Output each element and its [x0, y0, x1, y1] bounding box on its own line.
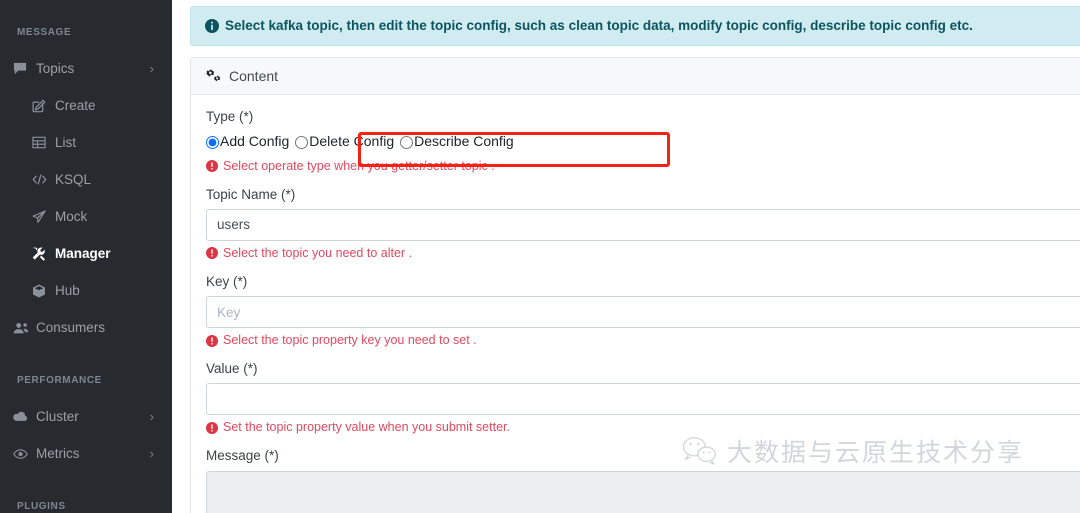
field-key: Key (*) Select the topic property key yo… — [206, 273, 1080, 348]
error-circle-icon — [206, 334, 218, 347]
sidebar-item-metrics[interactable]: Metrics › — [0, 435, 172, 472]
chevron-right-icon: › — [149, 409, 154, 424]
eye-icon — [13, 448, 32, 460]
topic-name-help-label: Select the topic you need to alter . — [223, 245, 413, 260]
key-label: Key (*) — [206, 273, 248, 289]
radio-describe-config-input[interactable] — [400, 135, 414, 149]
radio-describe-config[interactable]: Describe Config — [400, 133, 514, 150]
value-help-label: Set the topic property value when you su… — [223, 420, 510, 435]
sidebar-item-label: Cluster — [36, 409, 79, 424]
sidebar-item-label: Hub — [55, 283, 80, 298]
sidebar-item-ksql[interactable]: KSQL — [0, 161, 172, 198]
key-help-text: Select the topic property key you need t… — [206, 333, 1074, 348]
users-icon — [13, 322, 32, 334]
sidebar-item-cluster[interactable]: Cluster › — [0, 398, 172, 435]
sidebar: MESSAGE Topics › Create List KSQL Mock Manager H… — [0, 0, 172, 513]
error-circle-icon — [206, 160, 218, 173]
sidebar-item-label: Manager — [55, 246, 111, 261]
main-content: Select kafka topic, then edit the topic … — [172, 0, 1080, 513]
content-card: Content Type (*) Add Config Delete Confi… — [190, 57, 1080, 513]
sidebar-section-title: MESSAGE — [17, 27, 72, 38]
type-radio-group[interactable]: Add Config Delete Config Describe Config — [206, 131, 1074, 153]
sidebar-section-title: PERFORMANCE — [17, 375, 102, 386]
sidebar-item-list[interactable]: List — [0, 124, 172, 161]
cogs-icon — [206, 69, 222, 83]
radio-delete-config-label: Delete Config — [309, 133, 395, 150]
radio-delete-config-input[interactable] — [295, 135, 309, 149]
field-message: Message (*) — [206, 448, 1080, 513]
error-circle-icon — [206, 247, 218, 260]
sidebar-item-label: Metrics — [36, 446, 80, 461]
topic-name-help-text: Select the topic you need to alter . — [206, 246, 1074, 261]
sidebar-item-label: Consumers — [36, 320, 106, 335]
comment-icon — [13, 62, 32, 75]
type-help-text: Select operate type when you getter/sett… — [206, 159, 1074, 174]
app-root: MESSAGE Topics › Create List KSQL Mock Manager H… — [0, 0, 1080, 513]
sidebar-item-label: Topics — [36, 61, 75, 76]
topic-name-label: Topic Name (*) — [206, 186, 296, 202]
topic-name-input[interactable] — [206, 208, 1080, 241]
message-label: Message (*) — [206, 448, 279, 464]
sidebar-item-label: Create — [55, 98, 96, 113]
sidebar-item-label: KSQL — [55, 172, 92, 187]
sidebar-item-mock[interactable]: Mock — [0, 198, 172, 235]
radio-add-config[interactable]: Add Config — [206, 133, 290, 150]
card-body: Type (*) Add Config Delete Config Descri… — [191, 95, 1080, 513]
info-alert-text: Select kafka topic, then edit the topic … — [225, 18, 973, 33]
field-topic-name: Topic Name (*) Select the topic you need… — [206, 186, 1080, 261]
table-icon — [32, 136, 51, 149]
card-header: Content — [191, 58, 1080, 96]
card-header-title: Content — [229, 68, 279, 85]
info-circle-icon — [205, 19, 219, 34]
key-help-label: Select the topic property key you need t… — [223, 333, 477, 348]
cube-icon — [32, 284, 51, 298]
cloud-icon — [13, 411, 32, 422]
tools-icon — [32, 246, 51, 261]
type-label: Type (*) — [206, 109, 254, 125]
sidebar-item-create[interactable]: Create — [0, 87, 172, 124]
paper-plane-icon — [32, 209, 51, 224]
message-textarea[interactable] — [206, 470, 1080, 513]
chevron-right-icon: › — [149, 61, 154, 76]
code-icon — [32, 173, 51, 186]
value-input[interactable] — [206, 383, 1080, 416]
info-alert: Select kafka topic, then edit the topic … — [190, 6, 1080, 47]
sidebar-item-topics[interactable]: Topics › — [0, 50, 172, 87]
sidebar-item-label: List — [55, 135, 77, 150]
field-value: Value (*) Set the topic property value w… — [206, 361, 1080, 435]
value-help-text: Set the topic property value when you su… — [206, 420, 1074, 435]
sidebar-item-hub[interactable]: Hub — [0, 272, 172, 309]
radio-add-config-label: Add Config — [220, 133, 290, 150]
radio-delete-config[interactable]: Delete Config — [295, 133, 395, 150]
error-circle-icon — [206, 421, 218, 434]
key-input[interactable] — [206, 296, 1080, 329]
sidebar-item-manager[interactable]: Manager — [0, 235, 172, 272]
edit-icon — [32, 99, 51, 113]
radio-add-config-input[interactable] — [206, 135, 219, 149]
chevron-right-icon: › — [149, 446, 154, 461]
sidebar-section-title: PLUGINS — [17, 501, 66, 512]
field-type: Type (*) Add Config Delete Config Descri… — [206, 109, 1074, 174]
sidebar-item-label: Mock — [55, 209, 88, 224]
radio-describe-config-label: Describe Config — [414, 133, 514, 150]
sidebar-item-consumers[interactable]: Consumers — [0, 309, 172, 346]
value-label: Value (*) — [206, 361, 258, 377]
type-help-label: Select operate type when you getter/sett… — [223, 158, 495, 173]
